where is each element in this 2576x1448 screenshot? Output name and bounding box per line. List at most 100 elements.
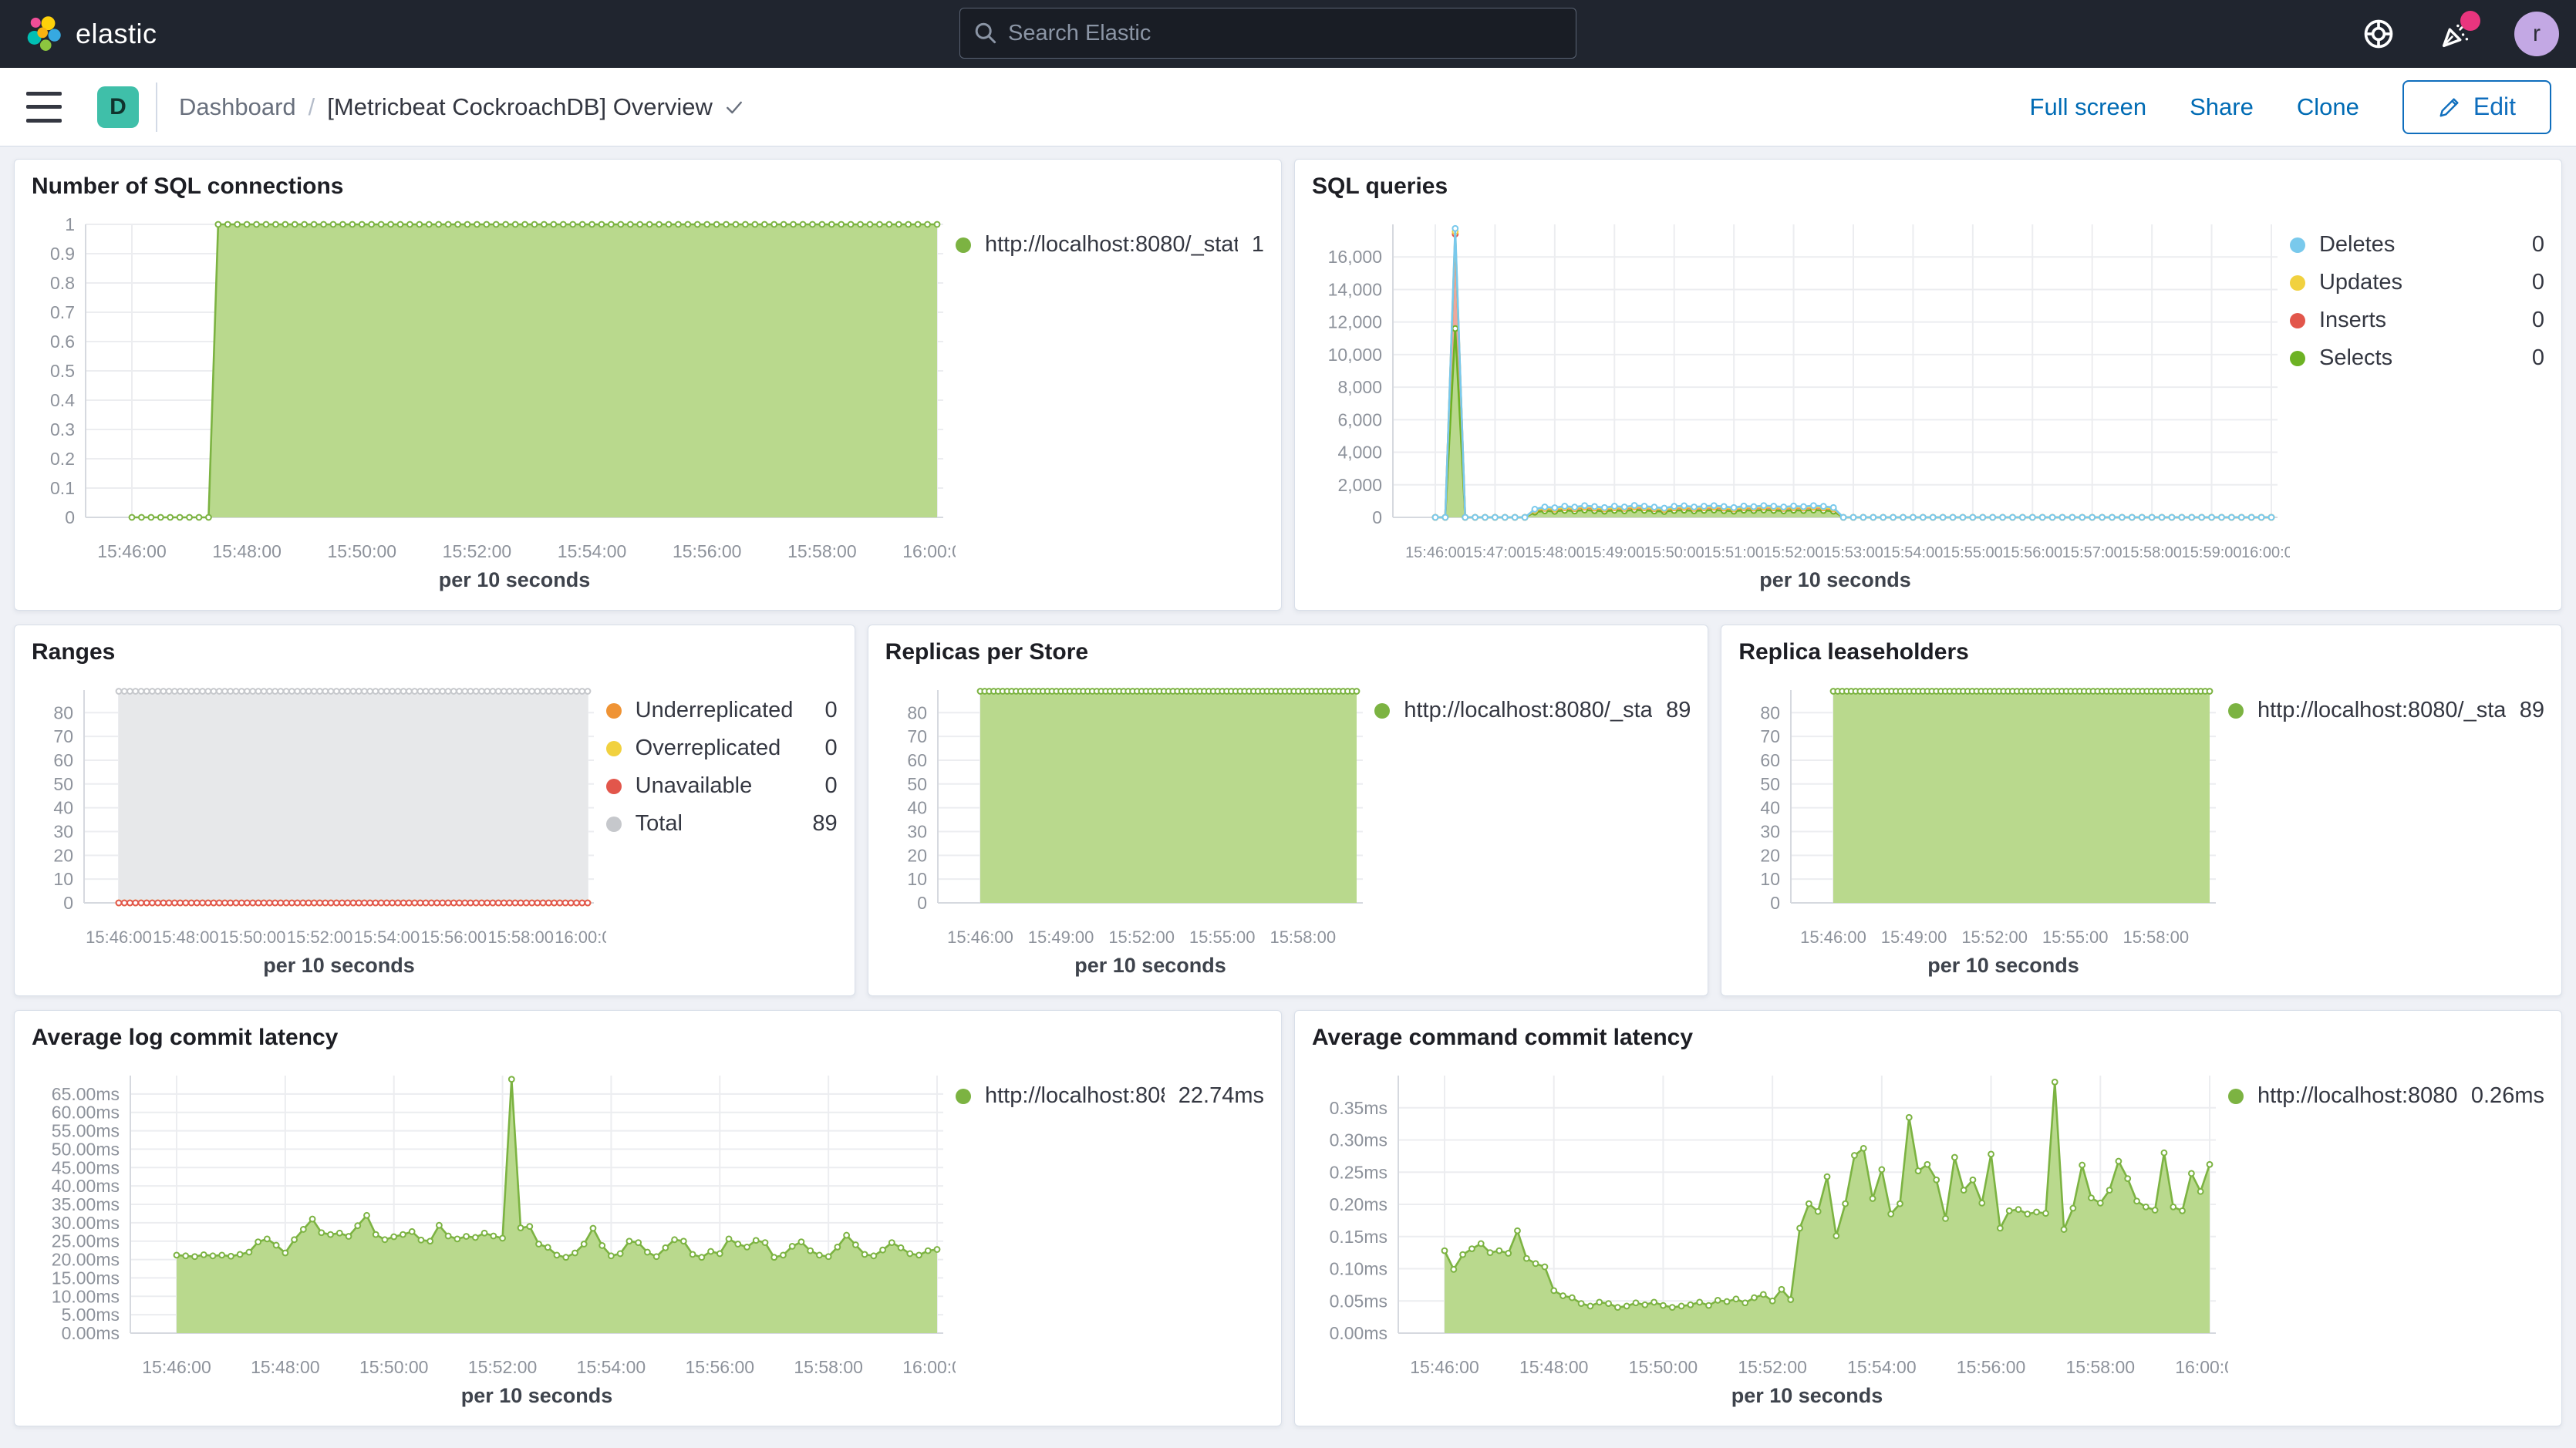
legend-dot [606,817,622,832]
legend-label: Updates [2319,270,2402,295]
svg-text:5.00ms: 5.00ms [62,1305,120,1325]
full-screen-button[interactable]: Full screen [2030,93,2147,121]
share-button[interactable]: Share [2190,93,2254,121]
breadcrumb-dashboard-link[interactable]: Dashboard [179,93,296,121]
svg-text:0.20ms: 0.20ms [1330,1194,1387,1214]
svg-text:15:58:00: 15:58:00 [1269,928,1336,947]
svg-text:0.00ms: 0.00ms [1330,1323,1387,1343]
elastic-brand[interactable]: elastic [23,14,157,54]
svg-text:16:00:00: 16:00:00 [902,1357,956,1377]
help-button[interactable] [2360,15,2397,52]
legend-value: 89 [2520,698,2544,723]
svg-text:15:49:00: 15:49:00 [1584,544,1644,561]
menu-button[interactable] [26,92,62,123]
svg-text:15:59:00: 15:59:00 [2182,544,2242,561]
chart-canvas: 8070605040302010015:46:0015:49:0015:52:0… [885,675,1375,989]
breadcrumb: Dashboard / [Metricbeat CockroachDB] Ove… [179,93,745,121]
legend-label: Inserts [2319,308,2386,333]
legend-item[interactable]: http://localhost:8080/_stat...1 [956,232,1264,258]
svg-text:80: 80 [907,702,927,722]
legend-dot [1374,703,1390,719]
legend-value: 22.74ms [1178,1083,1264,1109]
svg-text:15:56:00: 15:56:00 [2002,544,2062,561]
svg-text:15:52:00: 15:52:00 [1108,928,1175,947]
svg-text:20: 20 [907,845,927,865]
svg-text:0.5: 0.5 [50,361,75,381]
legend-item[interactable]: Overreplicated0 [606,736,838,761]
svg-text:0.1: 0.1 [50,478,75,498]
legend-dot [2290,313,2305,328]
svg-text:15:54:00: 15:54:00 [354,928,420,947]
svg-text:16,000: 16,000 [1328,247,1382,267]
svg-text:15:58:00: 15:58:00 [2066,1357,2136,1377]
chart-legend: http://localhost:808... 22.74ms [956,1060,1264,1419]
panel-ranges: Ranges 8070605040302010015:46:0015:48:00… [14,625,855,996]
global-search[interactable] [959,8,1576,59]
legend-label: http://localhost:808... [985,1083,1165,1109]
brand-name: elastic [76,18,157,50]
svg-text:80: 80 [53,702,73,722]
svg-text:15:52:00: 15:52:00 [1764,544,1824,561]
svg-text:60.00ms: 60.00ms [52,1103,120,1123]
help-icon [2362,17,2396,51]
svg-text:per 10 seconds: per 10 seconds [1731,1384,1883,1407]
news-button[interactable] [2437,15,2474,52]
legend-item[interactable]: http://localhost:8080/_sta...89 [2228,698,2544,723]
svg-text:15:52:00: 15:52:00 [1738,1357,1807,1377]
legend-item[interactable]: http://localhost:8080/_sta... 89 [1374,698,1691,723]
svg-text:40: 40 [907,798,927,818]
svg-text:0.2: 0.2 [50,449,75,469]
timeseries-chart: 16,00014,00012,00010,0008,0006,0004,0002… [1312,209,2290,604]
legend-value: 89 [1666,698,1691,723]
legend-item[interactable]: Updates0 [2290,270,2544,295]
svg-text:8,000: 8,000 [1337,377,1382,397]
svg-text:15:56:00: 15:56:00 [1957,1357,2026,1377]
legend-item[interactable]: http://localhost:8080...0.26ms [2228,1083,2544,1109]
panel-title: Replica leaseholders [1738,639,2544,675]
legend-value: 0 [825,698,838,723]
edit-button-label: Edit [2473,93,2516,121]
clone-button[interactable]: Clone [2297,93,2359,121]
chart-canvas: 8070605040302010015:46:0015:48:0015:50:0… [32,675,606,989]
edit-button[interactable]: Edit [2402,80,2551,134]
legend-item[interactable]: Underreplicated0 [606,698,838,723]
legend-dot [606,779,622,794]
svg-text:50.00ms: 50.00ms [52,1139,120,1159]
svg-text:1: 1 [65,214,75,234]
svg-text:14,000: 14,000 [1328,279,1382,299]
legend-item[interactable]: Total89 [606,811,838,837]
svg-text:0: 0 [63,893,73,913]
legend-value: 0.26ms [2471,1083,2544,1109]
legend-dot [956,1089,971,1104]
svg-text:15:56:00: 15:56:00 [673,541,742,561]
legend-item[interactable]: Selects0 [2290,345,2544,371]
page-title[interactable]: [Metricbeat CockroachDB] Overview [327,93,745,121]
svg-text:0: 0 [65,507,75,527]
panel-number-of-sql-connections: Number of SQL connections 10.90.80.70.60… [14,159,1282,611]
user-avatar[interactable]: r [2514,12,2559,56]
svg-text:15:55:00: 15:55:00 [1189,928,1256,947]
breadcrumb-separator: / [309,93,315,121]
legend-item[interactable]: http://localhost:808... 22.74ms [956,1083,1264,1109]
legend-item[interactable]: Inserts0 [2290,308,2544,333]
svg-text:per 10 seconds: per 10 seconds [1759,568,1911,591]
search-input[interactable] [1008,21,1562,46]
svg-text:15:53:00: 15:53:00 [1823,544,1883,561]
dashboard-grid: Number of SQL connections 10.90.80.70.60… [0,146,2576,1439]
svg-text:40: 40 [1761,798,1781,818]
legend-label: http://localhost:8080/_sta... [1404,698,1652,723]
svg-text:40: 40 [53,798,73,818]
elastic-logo-icon [23,14,63,54]
svg-text:15:46:00: 15:46:00 [1801,928,1867,947]
svg-text:0: 0 [917,893,927,913]
timeseries-chart: 10.90.80.70.60.50.40.30.20.1015:46:0015:… [32,209,956,604]
svg-text:15:55:00: 15:55:00 [1943,544,2003,561]
svg-text:15:49:00: 15:49:00 [1027,928,1094,947]
svg-text:16:00:00: 16:00:00 [555,928,606,947]
legend-item[interactable]: Deletes0 [2290,232,2544,258]
chart-canvas: 8070605040302010015:46:0015:49:0015:52:0… [1738,675,2228,989]
legend-item[interactable]: Unavailable0 [606,773,838,799]
legend-dot [606,741,622,756]
svg-text:15:54:00: 15:54:00 [577,1357,646,1377]
svg-text:15:52:00: 15:52:00 [287,928,353,947]
